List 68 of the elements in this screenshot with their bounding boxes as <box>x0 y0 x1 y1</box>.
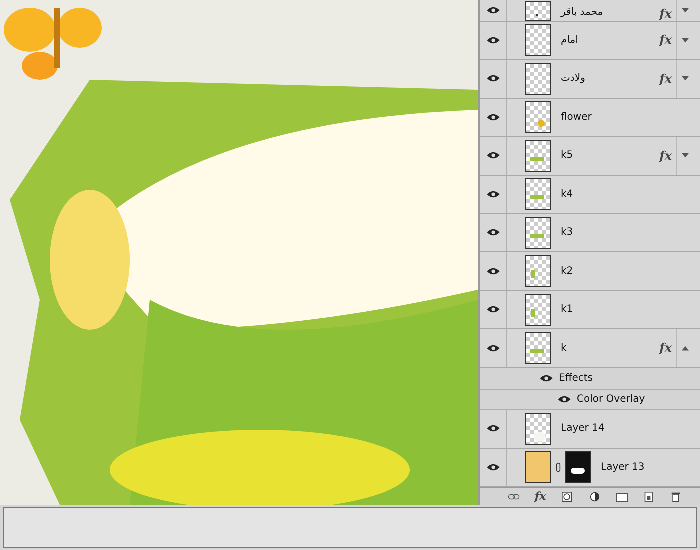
layer-name: k1 <box>561 304 574 316</box>
layer-row[interactable]: Layer 14 <box>480 410 700 449</box>
eye-icon[interactable] <box>486 190 500 199</box>
triangle-icon <box>682 153 689 158</box>
eye-icon[interactable] <box>486 228 500 238</box>
trash-icon[interactable] <box>670 492 682 502</box>
link-icon[interactable] <box>556 462 561 473</box>
eye-icon[interactable] <box>486 36 500 45</box>
fx-button[interactable]: fx <box>534 490 546 503</box>
layer-row[interactable]: k5 fx <box>480 137 700 176</box>
layer-thumbnail <box>525 332 551 364</box>
layer-thumbnail <box>525 62 551 95</box>
layer-row[interactable]: k fx <box>480 329 700 368</box>
fx-label: fx <box>660 6 672 21</box>
eye-icon[interactable] <box>486 305 500 314</box>
triangle-icon <box>682 38 689 43</box>
layer-thumbnail <box>525 451 551 484</box>
layer-thumbnail <box>525 294 551 326</box>
eye-icon[interactable] <box>486 462 500 472</box>
eye-icon[interactable] <box>558 395 571 404</box>
layer-name: محمد باقر <box>561 6 604 18</box>
effects-label: Effects <box>559 373 593 384</box>
layer-name: flower <box>561 112 593 123</box>
layer-name: امام <box>561 34 580 46</box>
mask-icon[interactable] <box>561 492 574 502</box>
fx-label: fx <box>660 148 672 163</box>
layer-thumbnail <box>525 178 551 210</box>
layer-name: k <box>561 342 568 354</box>
triangle-icon <box>682 76 689 82</box>
eye-icon[interactable] <box>540 374 553 384</box>
layer-name: k5 <box>561 150 574 162</box>
mask-thumbnail <box>565 451 591 484</box>
adjustment-icon[interactable] <box>588 492 601 502</box>
layer-row[interactable]: k1 <box>480 290 700 330</box>
eye-icon[interactable] <box>486 424 500 434</box>
eye-icon[interactable] <box>486 151 500 160</box>
eye-icon[interactable] <box>486 74 500 84</box>
layer-name: Layer 14 <box>561 423 606 434</box>
layer-name: ولادت <box>561 73 586 84</box>
fx-label: fx <box>660 72 672 86</box>
layer-row[interactable]: Layer 13 <box>480 448 700 487</box>
layer-row[interactable]: flower <box>480 98 700 138</box>
eye-icon[interactable] <box>486 6 500 15</box>
layer-row[interactable]: k2 <box>480 252 700 291</box>
new-layer-icon[interactable] <box>643 492 656 502</box>
layer-thumbnail <box>525 0 551 21</box>
layer-name: k4 <box>561 188 574 200</box>
layer-thumbnail <box>525 216 551 249</box>
layer-name: k3 <box>561 227 574 238</box>
layer-row[interactable]: k3 <box>480 214 700 252</box>
triangle-icon <box>682 8 689 13</box>
eye-icon[interactable] <box>486 112 500 122</box>
layer-thumbnail <box>525 24 551 56</box>
layer-row[interactable]: k4 <box>480 176 700 214</box>
folder-icon[interactable] <box>616 492 628 502</box>
fx-label: fx <box>660 33 672 48</box>
triangle-icon <box>682 346 689 351</box>
layer-name: Layer 13 <box>601 462 646 473</box>
effect-name[interactable]: Color Overlay <box>577 394 646 406</box>
layer-name: k2 <box>561 266 574 277</box>
fx-label: fx <box>660 341 672 356</box>
layer-thumbnail <box>525 412 551 445</box>
eye-icon[interactable] <box>486 266 500 276</box>
layer-thumbnail <box>525 255 551 288</box>
eye-icon[interactable] <box>486 344 500 353</box>
layer-thumbnail <box>525 140 551 172</box>
layer-thumbnail <box>525 101 551 134</box>
link-icon[interactable] <box>508 492 520 502</box>
